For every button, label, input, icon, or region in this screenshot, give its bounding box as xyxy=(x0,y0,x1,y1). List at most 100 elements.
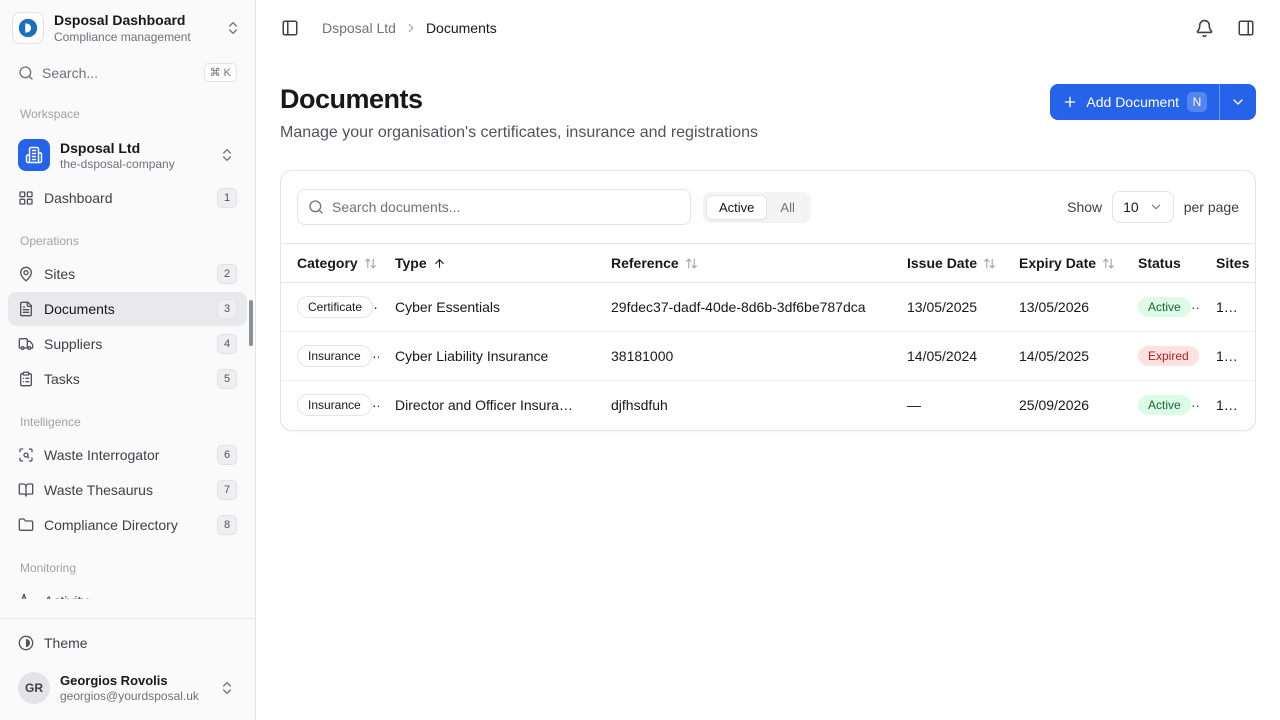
column-header-category[interactable]: Category xyxy=(281,244,379,283)
sidebar-item-sites[interactable]: Sites 2 xyxy=(8,257,247,291)
sidebar-item-badge: 7 xyxy=(217,480,237,500)
right-panel-toggle-button[interactable] xyxy=(1232,14,1260,42)
documents-card: Active All Show 10 per page xyxy=(280,170,1256,431)
cell-issue-date: 13/05/2025 xyxy=(891,283,1003,332)
sidebar-search[interactable]: Search... ⌘ K xyxy=(12,56,243,89)
sidebar-item-documents[interactable]: Documents 3 xyxy=(8,292,247,326)
column-header-reference[interactable]: Reference xyxy=(595,244,891,283)
cell-reference: djfhsdfuh xyxy=(595,381,891,430)
column-header-type[interactable]: Type xyxy=(379,244,595,283)
add-document-button[interactable]: Add Document N xyxy=(1050,84,1219,120)
page-size-value: 10 xyxy=(1123,199,1139,215)
cell-expiry-date: 14/05/2025 xyxy=(1003,332,1122,381)
search-icon xyxy=(18,65,34,81)
sort-icon xyxy=(685,257,698,270)
section-label-operations: Operations xyxy=(0,216,255,256)
cell-type: Cyber Liability Insurance xyxy=(379,332,595,381)
per-page-control: Show 10 per page xyxy=(1067,191,1239,223)
scan-search-icon xyxy=(18,447,34,463)
table-row[interactable]: Insurance Cyber Liability Insurance 3818… xyxy=(281,332,1255,381)
sidebar-nav: Workspace Dsposal Ltd the-dsposal-compan… xyxy=(0,89,255,618)
app-logo xyxy=(12,12,44,44)
sidebar-item-waste-interrogator[interactable]: Waste Interrogator 6 xyxy=(8,438,247,472)
sidebar-item-activity-clipped[interactable]: Activity xyxy=(0,583,255,599)
avatar: GR xyxy=(18,672,50,704)
app-root: Dsposal Dashboard Compliance management … xyxy=(0,0,1280,720)
chevron-right-icon xyxy=(404,21,418,35)
workspace-name: Dsposal Ltd xyxy=(60,140,207,156)
map-pin-icon xyxy=(18,266,34,282)
page-size-select[interactable]: 10 xyxy=(1112,191,1174,223)
page-subtitle: Manage your organisation's certificates,… xyxy=(280,124,758,142)
sidebar-item-compliance-directory[interactable]: Compliance Directory 8 xyxy=(8,508,247,542)
sidebar-scrollbar[interactable] xyxy=(249,300,253,346)
plus-icon xyxy=(1062,94,1078,110)
sidebar-item-label: Suppliers xyxy=(44,336,102,352)
cell-type: Cyber Essentials xyxy=(379,283,595,332)
bell-icon xyxy=(1195,19,1214,38)
contrast-icon xyxy=(18,635,34,651)
panel-left-icon xyxy=(281,19,299,37)
search-icon xyxy=(308,199,324,215)
building-icon xyxy=(25,146,43,164)
filter-all-button[interactable]: All xyxy=(767,195,807,220)
topbar: Dsposal Ltd Documents xyxy=(256,0,1280,56)
clipboard-list-icon xyxy=(18,371,34,387)
chevron-down-icon xyxy=(1230,94,1246,110)
cell-reference: 29fdec37-dadf-40de-8d6b-3df6be787dca xyxy=(595,283,891,332)
status-filter-toggle: Active All xyxy=(703,192,811,223)
sidebar-item-label: Documents xyxy=(44,301,115,317)
cell-reference: 38181000 xyxy=(595,332,891,381)
cell-expiry-date: 13/05/2026 xyxy=(1003,283,1122,332)
documents-toolbar: Active All Show 10 per page xyxy=(281,171,1255,243)
sort-icon xyxy=(1102,257,1115,270)
sidebar-toggle-button[interactable] xyxy=(276,14,304,42)
table-row[interactable]: Insurance Director and Officer Insurance… xyxy=(281,381,1255,430)
cell-sites: 1 site xyxy=(1200,283,1255,332)
chevrons-up-down-icon[interactable] xyxy=(223,18,243,38)
cell-expiry-date: 25/09/2026 xyxy=(1003,381,1122,430)
app-header[interactable]: Dsposal Dashboard Compliance management xyxy=(0,0,255,50)
file-text-icon xyxy=(18,301,34,317)
user-name: Georgios Rovolis xyxy=(60,673,207,688)
page-title: Documents xyxy=(280,84,758,115)
documents-search-input[interactable] xyxy=(297,189,691,225)
sidebar-item-tasks[interactable]: Tasks 5 xyxy=(8,362,247,396)
notifications-button[interactable] xyxy=(1190,14,1218,42)
chevrons-up-down-icon xyxy=(217,145,237,165)
sidebar-item-dashboard[interactable]: Dashboard 1 xyxy=(8,181,247,215)
column-header-issue-date[interactable]: Issue Date xyxy=(891,244,1003,283)
cell-type: Director and Officer Insurance xyxy=(379,381,595,430)
category-badge: Insurance xyxy=(297,394,372,416)
section-label-monitoring: Monitoring xyxy=(0,543,255,583)
sidebar-item-waste-thesaurus[interactable]: Waste Thesaurus 7 xyxy=(8,473,247,507)
workspace-avatar xyxy=(18,139,50,171)
show-label: Show xyxy=(1067,199,1102,215)
sidebar-item-label: Activity xyxy=(44,593,88,599)
search-label: Search... xyxy=(42,65,196,81)
sidebar: Dsposal Dashboard Compliance management … xyxy=(0,0,256,720)
status-badge: Expired xyxy=(1138,346,1199,366)
add-document-menu-button[interactable] xyxy=(1220,84,1256,120)
theme-toggle[interactable]: Theme xyxy=(8,626,247,660)
column-header-expiry-date[interactable]: Expiry Date xyxy=(1003,244,1122,283)
sidebar-item-badge: 2 xyxy=(217,264,237,284)
book-open-icon xyxy=(18,482,34,498)
chevron-down-icon xyxy=(1149,200,1163,214)
sort-ascending-icon xyxy=(433,257,446,270)
panel-right-icon xyxy=(1237,19,1255,37)
filter-active-button[interactable]: Active xyxy=(706,195,767,220)
chevrons-up-down-icon xyxy=(217,678,237,698)
app-title: Dsposal Dashboard xyxy=(54,12,213,28)
breadcrumb-parent[interactable]: Dsposal Ltd xyxy=(322,20,396,36)
status-badge: Active xyxy=(1138,297,1191,317)
sidebar-item-label: Dashboard xyxy=(44,190,113,206)
sidebar-item-suppliers[interactable]: Suppliers 4 xyxy=(8,327,247,361)
add-document-label: Add Document xyxy=(1086,94,1179,110)
column-header-sites: Sites xyxy=(1200,244,1255,283)
user-menu[interactable]: GR Georgios Rovolis georgios@yourdsposal… xyxy=(8,664,247,712)
workspace-switcher[interactable]: Dsposal Ltd the-dsposal-company xyxy=(8,131,247,179)
table-row[interactable]: Certificate Cyber Essentials 29fdec37-da… xyxy=(281,283,1255,332)
sidebar-item-badge: 1 xyxy=(217,188,237,208)
section-label-intelligence: Intelligence xyxy=(0,397,255,437)
